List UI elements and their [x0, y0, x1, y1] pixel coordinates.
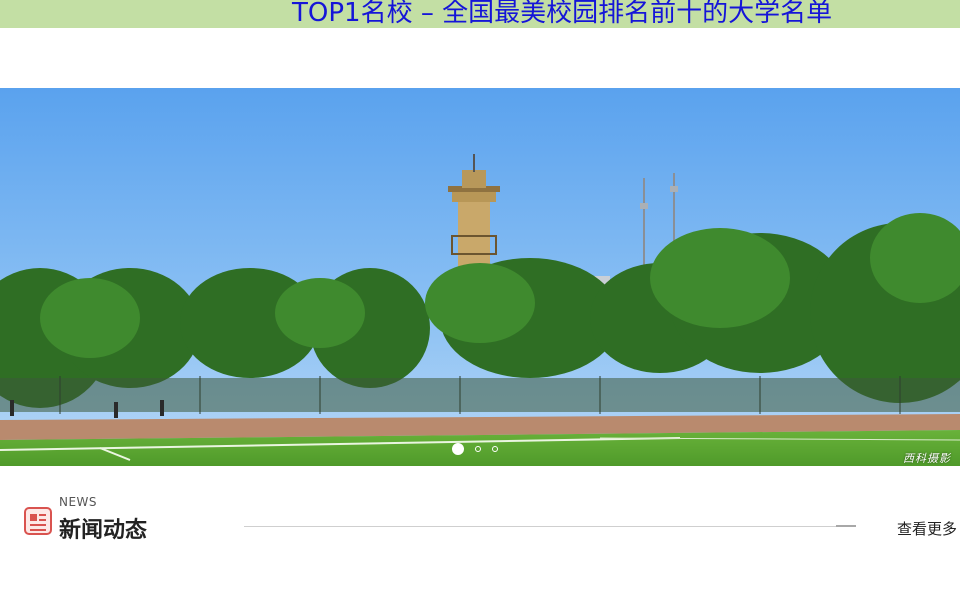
newspaper-icon: [24, 507, 52, 535]
news-heading: 新闻动态: [59, 518, 148, 543]
top-banner: TOP1名校 – 全国最美校园排名前十的大学名单: [0, 0, 960, 28]
carousel-dot-3[interactable]: [492, 446, 498, 452]
carousel-dot-2[interactable]: [475, 446, 481, 452]
section-divider: [244, 526, 856, 527]
carousel-dot-1[interactable]: [452, 443, 464, 455]
news-label-en: NEWS: [59, 495, 98, 509]
carousel-dots: [452, 443, 498, 455]
campus-photo: [0, 88, 960, 466]
page-title-link[interactable]: TOP1名校 – 全国最美校园排名前十的大学名单: [292, 0, 832, 28]
more-news-link[interactable]: 查看更多: [897, 518, 957, 539]
divider-accent: [836, 525, 856, 527]
photo-watermark: 西科摄影: [903, 452, 951, 465]
hero-carousel[interactable]: [0, 88, 960, 466]
